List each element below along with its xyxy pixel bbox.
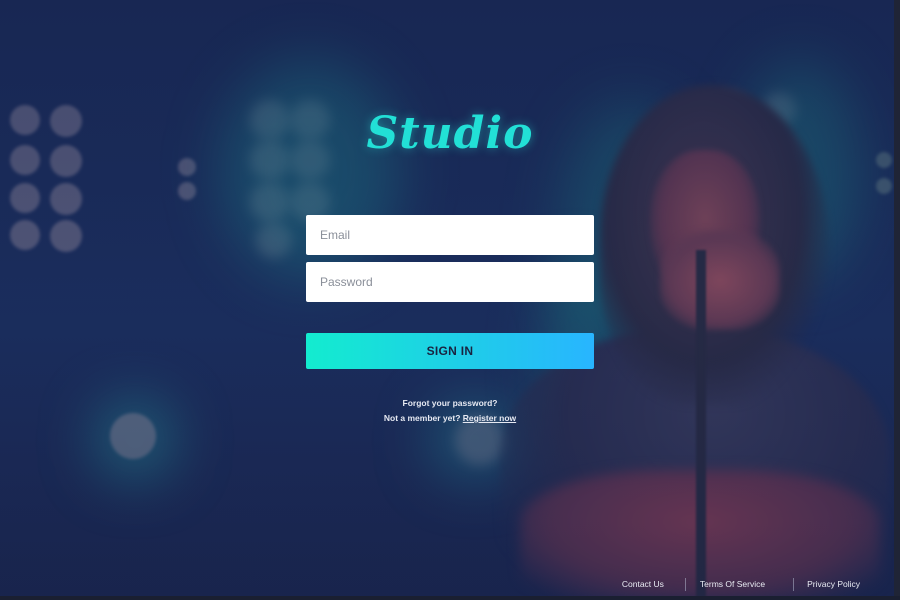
sign-in-button[interactable]: SIGN IN xyxy=(306,333,594,369)
terms-of-service-link[interactable]: Terms Of Service xyxy=(700,579,765,589)
contact-us-link[interactable]: Contact Us xyxy=(622,579,664,589)
register-now-link[interactable]: Register now xyxy=(463,413,516,423)
not-member-text: Not a member yet? xyxy=(383,413,461,423)
footer-divider xyxy=(793,577,795,591)
email-field[interactable] xyxy=(306,215,594,255)
bottom-edge xyxy=(0,596,900,600)
footer-divider xyxy=(684,577,686,591)
studio-logo: Studio xyxy=(366,108,534,159)
forgot-password-link[interactable]: Forgot your password? xyxy=(403,398,498,408)
login-screen: Studio SIGN IN Forgot your password? Not… xyxy=(0,0,900,600)
password-field[interactable] xyxy=(306,262,594,302)
privacy-policy-link[interactable]: Privacy Policy xyxy=(807,579,860,589)
footer-links: Contact Us Terms Of Service Privacy Poli… xyxy=(622,577,860,591)
help-links: Forgot your password? Not a member yet? … xyxy=(0,396,900,426)
